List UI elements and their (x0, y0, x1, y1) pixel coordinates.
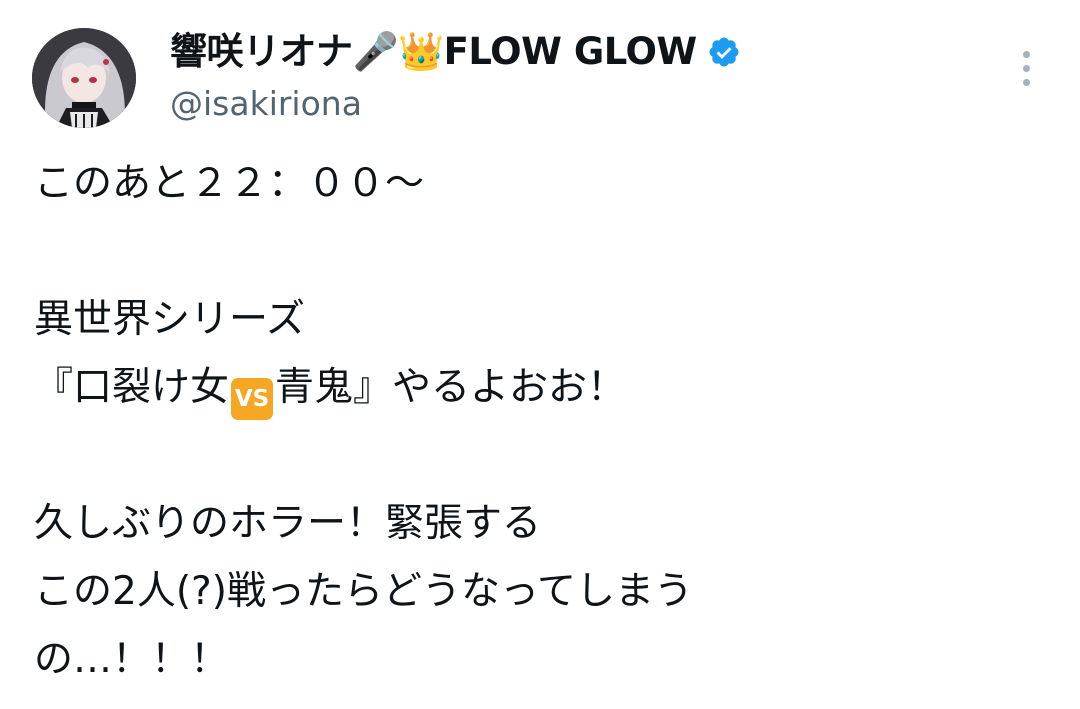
more-dot (1022, 50, 1030, 58)
tweet-line: このあと２２：００〜 (34, 161, 425, 206)
tweet-line: の…！！！ (34, 637, 230, 682)
tweet-line: 異世界シリーズ (34, 297, 306, 342)
more-dot (1022, 78, 1030, 86)
author-names: 響咲リオナ🎤👑FLOW GLOW @isakiriona (170, 28, 930, 124)
more-dot (1022, 64, 1030, 72)
tweet-line-segment: 『口裂け女 (34, 365, 230, 410)
verified-badge-icon[interactable] (707, 35, 741, 69)
tweet-line-segment: 青鬼』やるよおお！ (275, 365, 627, 410)
tweet-line: 久しぶりのホラー！緊張する (34, 501, 542, 546)
avatar-image (32, 28, 136, 128)
avatar[interactable] (32, 28, 136, 128)
author-handle[interactable]: @isakiriona (170, 84, 930, 124)
tweet-line: 『口裂け女 VS 青鬼』やるよおお！ (34, 354, 1044, 422)
vs-emoji-icon: VS (231, 378, 274, 420)
tweet-text: このあと２２：００〜 異世界シリーズ 『口裂け女 VS 青鬼』やるよおお！ 久しぶり… (34, 150, 1044, 694)
tweet: 響咲リオナ🎤👑FLOW GLOW @isakiriona このあと２２：００〜 … (0, 0, 1080, 709)
display-name-row[interactable]: 響咲リオナ🎤👑FLOW GLOW (170, 28, 930, 76)
more-options-icon[interactable] (1012, 44, 1040, 92)
display-name: 響咲リオナ🎤👑FLOW GLOW (170, 30, 697, 73)
tweet-line: この2人(?)戦ったらどうなってしまう (34, 569, 693, 614)
tweet-header: 響咲リオナ🎤👑FLOW GLOW @isakiriona (32, 28, 1048, 132)
